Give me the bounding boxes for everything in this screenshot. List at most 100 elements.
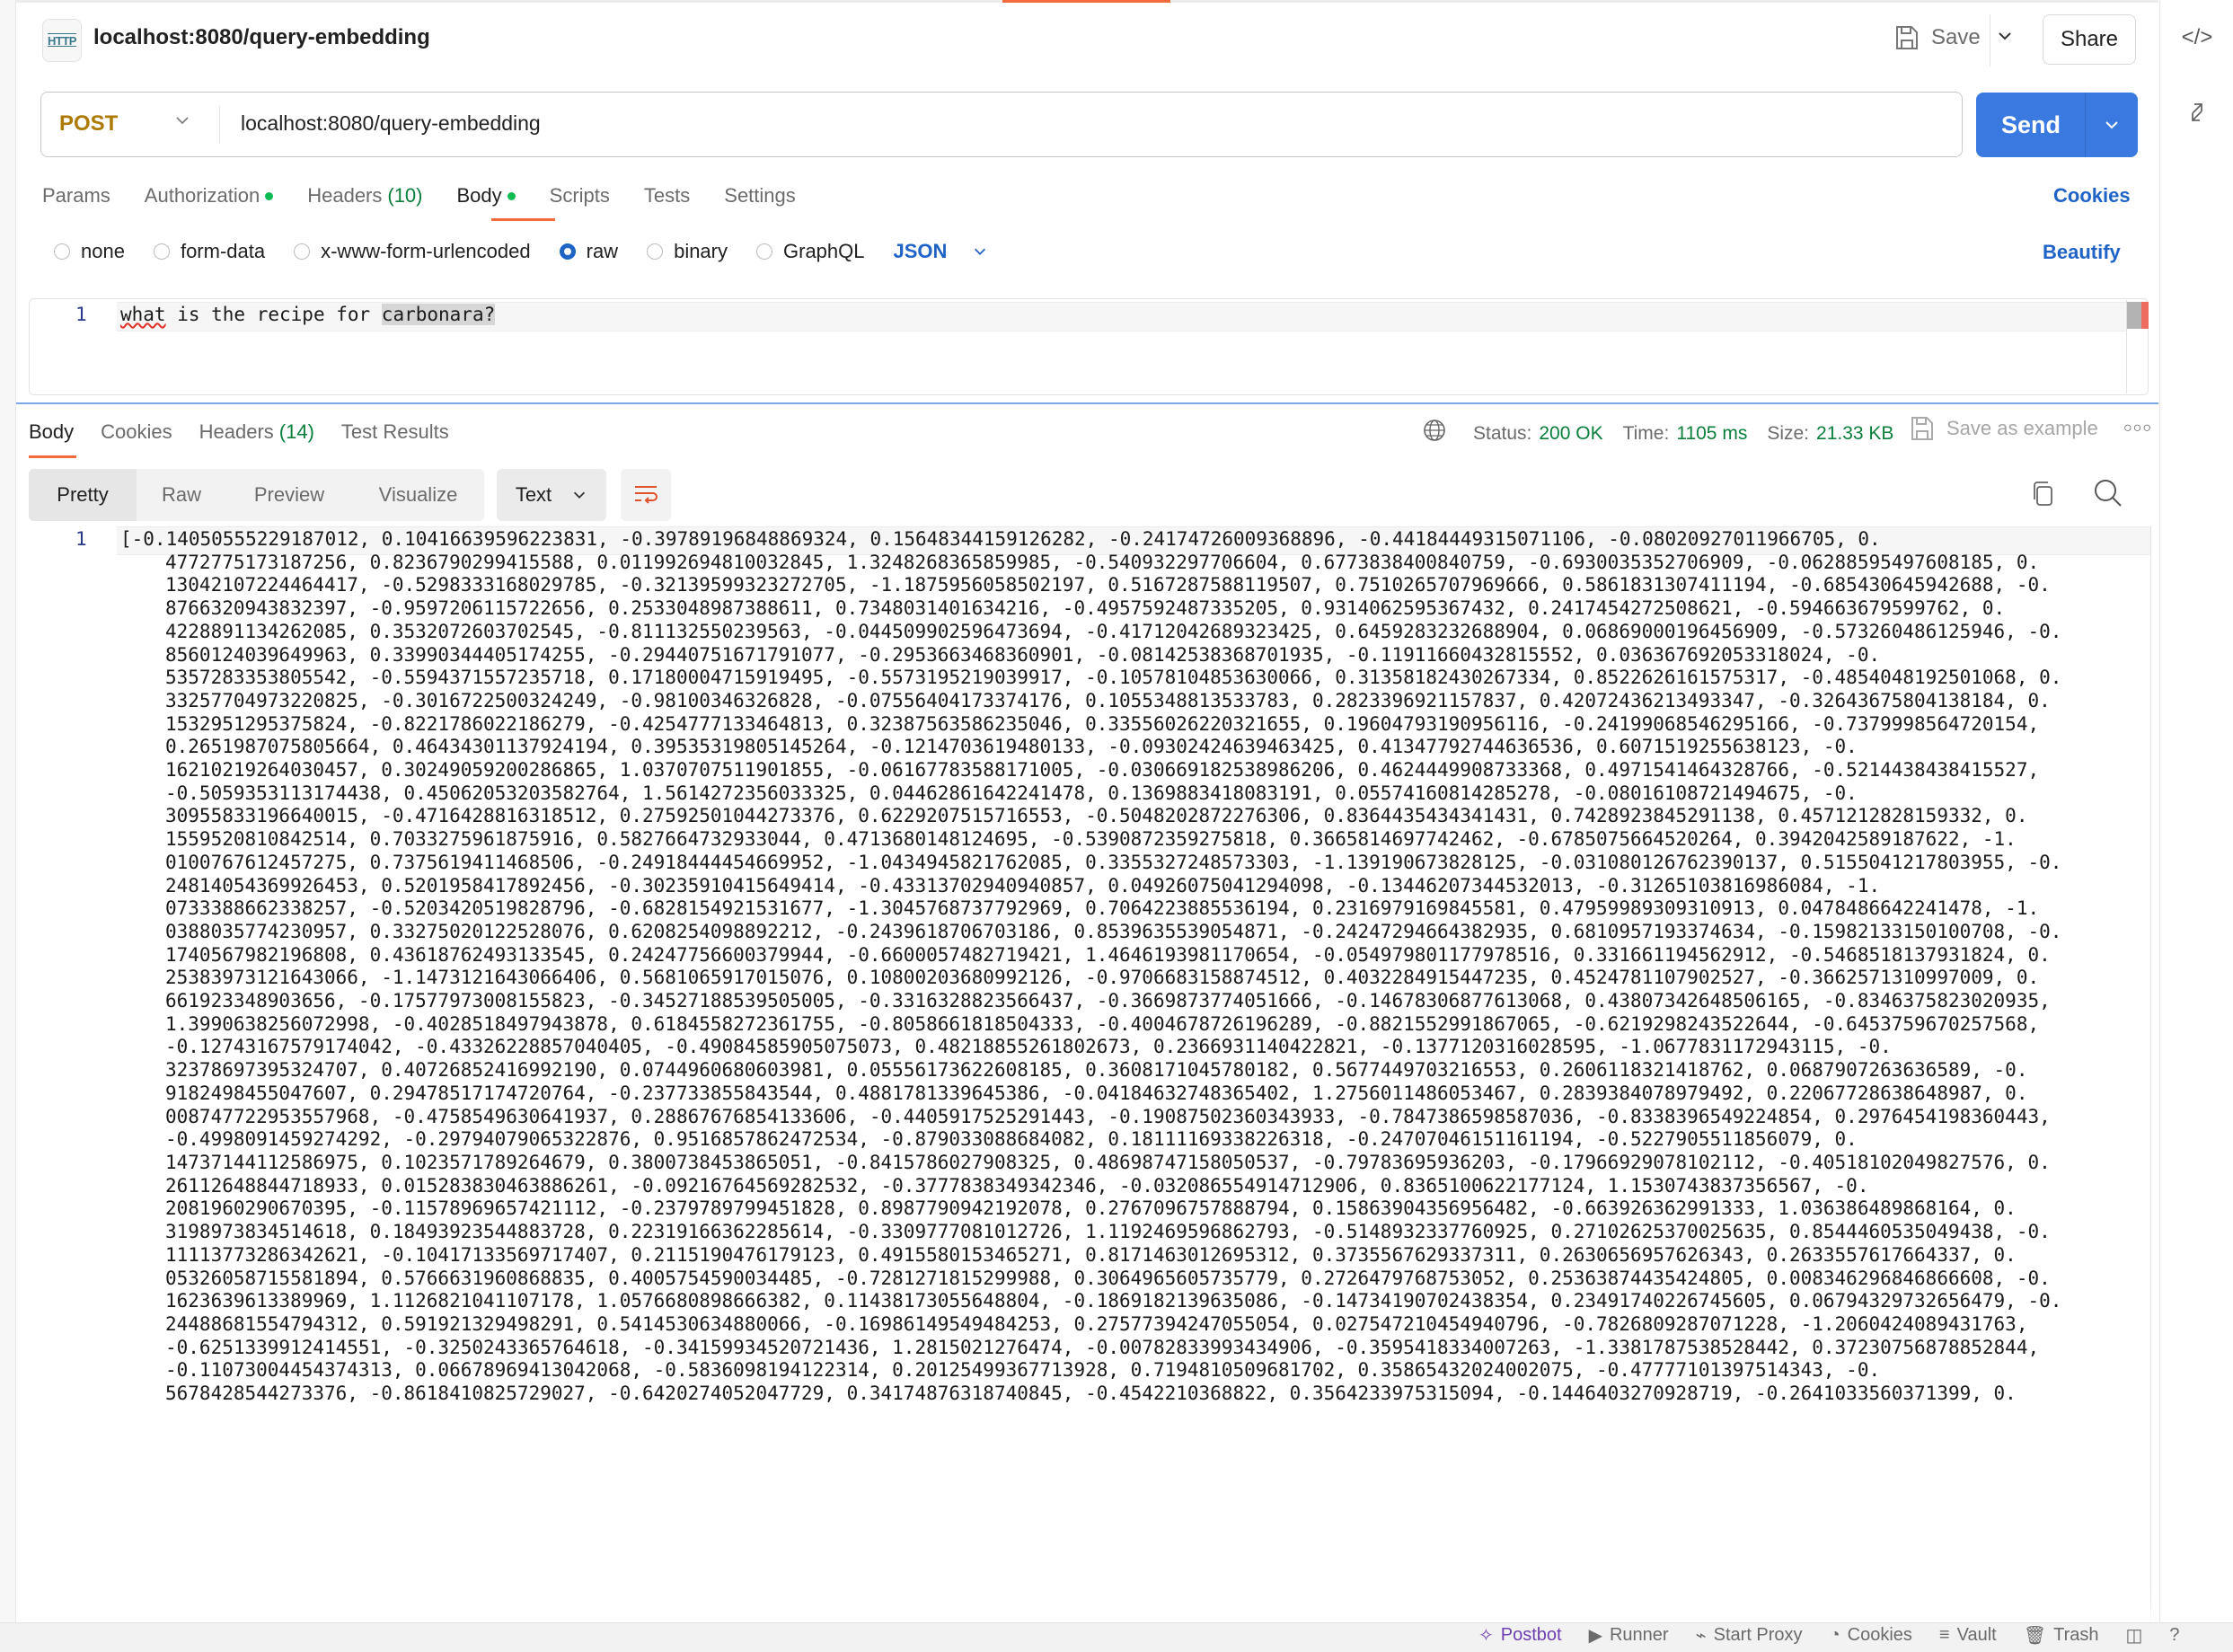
radio-raw[interactable]: raw (559, 240, 619, 263)
indicator-dot (265, 191, 274, 200)
response-body-line: 008747722953557968, -0.4758549630641937,… (165, 1105, 2051, 1127)
tab-scripts[interactable]: Scripts (550, 182, 610, 209)
send-options-chevron-icon[interactable] (2086, 93, 2138, 157)
radio-none[interactable]: none (54, 240, 125, 263)
response-body-viewer[interactable]: 1 [-0.14050555229187012, 0.1041663959622… (16, 526, 2158, 1621)
radio-urlencoded[interactable]: x-www-form-urlencoded (294, 240, 531, 263)
view-visualize[interactable]: Visualize (352, 469, 484, 521)
view-raw[interactable]: Raw (137, 469, 226, 521)
radio-label: binary (674, 240, 728, 262)
response-body-line: 05326058715581894, 0.5766631960868835, 0… (165, 1267, 2051, 1289)
save-as-example-label: Save as example (1946, 417, 2098, 439)
response-body-line: 8560124039649963, 0.33990344405174255, -… (165, 643, 1881, 666)
runner-button[interactable]: ▶ Runner (1589, 1624, 1669, 1647)
url-input[interactable] (241, 111, 1858, 136)
response-body-line: -0.11073004454374313, 0.0667896941304206… (165, 1359, 1881, 1382)
trash-button[interactable]: 🗑 Trash (2024, 1624, 2099, 1647)
response-format-select[interactable]: Text (497, 469, 606, 521)
copy-icon[interactable] (2030, 480, 2057, 513)
response-scrollbar[interactable] (2150, 526, 2151, 1621)
code-snippet-icon[interactable]: </> (2160, 25, 2233, 50)
tab-label: Body (29, 420, 75, 443)
more-options-icon[interactable]: ○○○ (2123, 420, 2152, 437)
search-icon[interactable] (2093, 478, 2123, 513)
view-preview[interactable]: Preview (226, 469, 352, 521)
radio-label: raw (586, 240, 619, 262)
tab-settings[interactable]: Settings (724, 182, 796, 209)
radio-icon (54, 243, 70, 260)
tab-authorization[interactable]: Authorization (145, 182, 274, 209)
layout-toggle-button[interactable]: ◫ (2125, 1624, 2142, 1647)
request-title[interactable]: localhost:8080/query-embedding (93, 25, 430, 50)
cookies-link[interactable]: Cookies (2053, 184, 2131, 208)
save-options-chevron-icon[interactable] (1996, 27, 2014, 50)
tab-params[interactable]: Params (42, 182, 110, 209)
tab-label: Scripts (549, 184, 610, 207)
headers-count: (14) (278, 420, 314, 443)
response-body-line: 0733388662338257, -0.5203420519828796, -… (165, 897, 2040, 920)
wrap-lines-button[interactable] (621, 469, 671, 521)
cookie-icon: ◔ (1829, 1625, 1840, 1645)
pane-resize-handle[interactable] (16, 402, 2158, 404)
editor-error-marker (2141, 302, 2149, 329)
response-body-line: 8766320943832397, -0.9597206115722656, 0… (165, 597, 2006, 620)
tab-response-cookies[interactable]: Cookies (101, 419, 172, 446)
postbot-icon: ✧ (1478, 1626, 1494, 1646)
request-tabs: Params Authorization Headers (10) Body Sc… (42, 182, 830, 209)
view-mode-selector: Pretty Raw Preview Visualize (29, 469, 484, 521)
response-body-line: 13042107224464417, -0.5298333168029785, … (165, 574, 2051, 596)
active-tab-indicator[interactable] (1002, 0, 1170, 3)
send-button[interactable]: Send (1976, 93, 2086, 157)
response-body-line: 30955833196640015, -0.4716428816318512, … (165, 805, 2028, 827)
radio-label: none (81, 240, 125, 262)
save-as-example-button[interactable]: Save as example (1911, 416, 2098, 441)
response-body-line: 4228891134262085, 0.3532072603702545, -0… (165, 620, 2062, 642)
save-icon (1896, 26, 1918, 49)
radio-label: form-data (180, 240, 266, 262)
radio-graphql[interactable]: GraphQL (756, 240, 865, 263)
response-body-line: 11113773286342621, -0.10417133569717407,… (165, 1243, 2017, 1266)
start-proxy-button[interactable]: ⌁ Start Proxy (1696, 1624, 1803, 1647)
method-select[interactable]: POST (59, 111, 118, 137)
method-chevron-icon[interactable] (173, 111, 191, 135)
tab-test-results[interactable]: Test Results (341, 419, 449, 446)
save-icon (1911, 417, 1933, 440)
response-body-text: [-0.14050555229187012, 0.104166395962238… (120, 528, 2150, 1406)
response-body-line: 16210219264030457, 0.30249059200286865, … (165, 759, 2040, 782)
beautify-button[interactable]: Beautify (2043, 241, 2121, 264)
trash-icon: 🗑 (2023, 1626, 2047, 1646)
share-button[interactable]: Share (2043, 14, 2136, 65)
chevron-down-icon (975, 248, 986, 255)
cookies-button[interactable]: ◔ Cookies (1830, 1625, 1912, 1646)
vault-button[interactable]: ≡ Vault (1939, 1625, 1997, 1646)
divider (219, 106, 220, 144)
save-button[interactable]: Save (1895, 25, 1981, 50)
view-pretty[interactable]: Pretty (29, 469, 137, 521)
tab-response-headers[interactable]: Headers (14) (199, 419, 314, 446)
tab-label: Test Results (340, 420, 449, 443)
tab-response-body[interactable]: Body (29, 419, 74, 446)
active-tab-underline (491, 218, 555, 221)
postbot-button[interactable]: ✧ Postbot (1478, 1624, 1562, 1647)
raw-format-select[interactable]: JSON (894, 240, 989, 263)
status-value[interactable]: 200 OK (1539, 423, 1602, 445)
request-body-text[interactable]: what is the recipe for carbonara? (120, 304, 496, 325)
radio-icon (294, 243, 311, 260)
collapse-arrows-icon[interactable] (2160, 101, 2233, 130)
http-icon: HTTP (42, 19, 82, 62)
body-type-options: none form-data x-www-form-urlencoded raw… (54, 240, 988, 263)
size-value[interactable]: 21.33 KB (1816, 423, 1893, 445)
help-button[interactable]: ? (2169, 1625, 2179, 1646)
indicator-dot (507, 191, 516, 200)
save-label: Save (1931, 25, 1981, 49)
tab-body[interactable]: Body (457, 182, 516, 209)
tab-label: Params (42, 184, 110, 207)
time-value[interactable]: 1105 ms (1676, 423, 1747, 445)
radio-form-data[interactable]: form-data (153, 240, 266, 263)
status-label: Vault (1956, 1625, 1997, 1645)
globe-icon[interactable] (1423, 419, 1446, 448)
response-body-line: 24814054369926453, 0.5201958417892456, -… (165, 874, 1881, 897)
tab-headers[interactable]: Headers (10) (307, 182, 422, 209)
tab-tests[interactable]: Tests (644, 182, 690, 209)
radio-binary[interactable]: binary (647, 240, 728, 263)
